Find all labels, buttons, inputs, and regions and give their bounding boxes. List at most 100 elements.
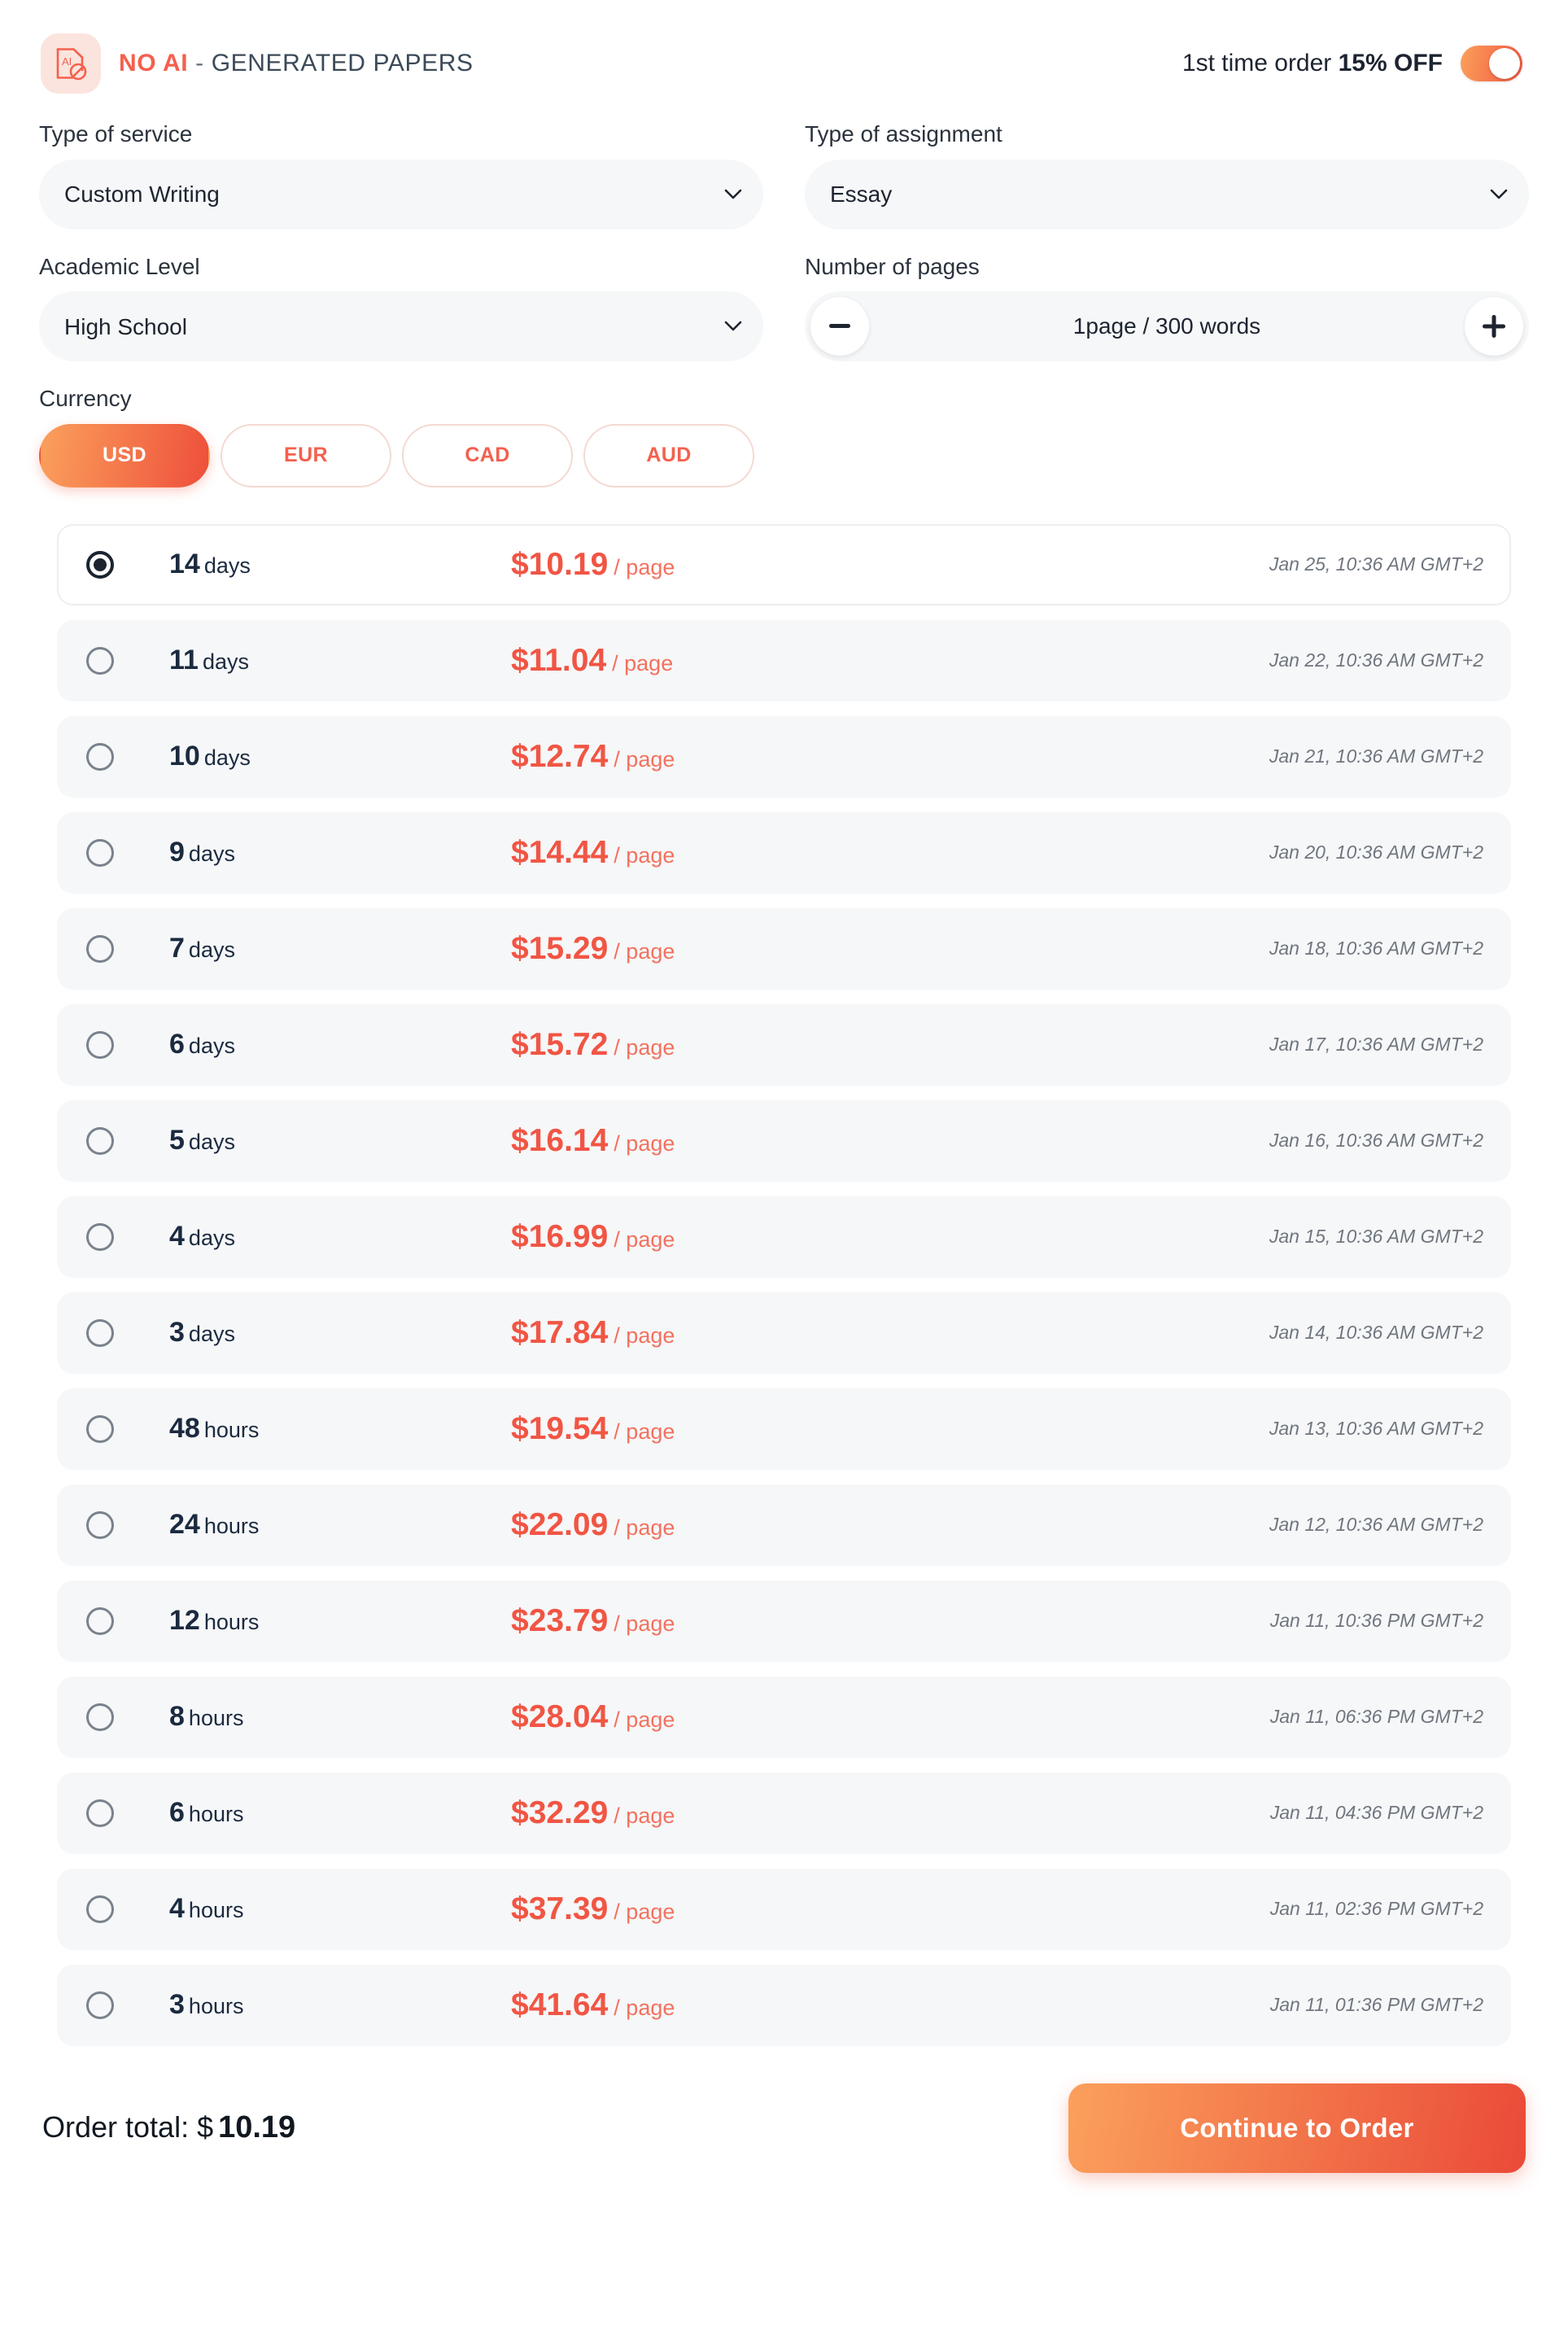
deadline-row[interactable]: 6 hours $32.29/ page Jan 11, 04:36 PM GMT+2	[57, 1772, 1511, 1854]
deadline-price: $12.74/ page	[511, 739, 1269, 775]
promo-label: 1st time order 15% OFF	[1182, 50, 1443, 77]
deadline-price-amount: $37.39	[511, 1891, 609, 1926]
service-select[interactable]: Custom WritingEditingProofreadingRewriti…	[39, 159, 763, 230]
label-type-of-service: Type of service	[39, 121, 193, 146]
continue-to-order-button[interactable]: Continue to Order	[1068, 2083, 1526, 2173]
academic-level-select-wrap: High SchoolCollegeBachelorMasterPhD	[39, 291, 763, 362]
deadline-price-amount: $16.99	[511, 1218, 609, 1254]
deadline-radio[interactable]	[86, 1222, 114, 1251]
deadline-price-amount: $15.72	[511, 1026, 609, 1062]
deadline-price-amount: $23.79	[511, 1602, 609, 1638]
deadline-delivery-time: Jan 11, 04:36 PM GMT+2	[1269, 1802, 1483, 1824]
deadline-radio[interactable]	[86, 1318, 114, 1347]
deadline-price-amount: $12.74	[511, 738, 609, 774]
deadline-price: $19.54/ page	[511, 1411, 1269, 1447]
deadline-duration: 10 days	[169, 741, 511, 772]
currency-option-cad[interactable]: CAD	[402, 423, 573, 487]
currency-option-usd[interactable]: USD	[39, 423, 210, 487]
deadline-radio[interactable]	[86, 1414, 114, 1443]
deadline-duration: 3 days	[169, 1317, 511, 1349]
deadline-price: $22.09/ page	[511, 1507, 1269, 1543]
deadline-delivery-time: Jan 11, 06:36 PM GMT+2	[1269, 1706, 1483, 1728]
deadline-row[interactable]: 14 days $10.19/ page Jan 25, 10:36 AM GMT+2	[57, 523, 1511, 605]
deadline-number: 24	[169, 1509, 200, 1541]
field-currency: Currency USD EUR CAD AUD	[39, 385, 1529, 487]
currency-options: USD EUR CAD AUD	[39, 423, 1529, 487]
minus-icon[interactable]	[810, 297, 869, 356]
deadline-price-unit: / page	[614, 1515, 675, 1540]
deadline-number: 10	[169, 741, 200, 772]
deadline-price-amount: $19.54	[511, 1410, 609, 1446]
deadline-row[interactable]: 4 hours $37.39/ page Jan 11, 02:36 PM GMT+2	[57, 1868, 1511, 1950]
deadline-radio[interactable]	[86, 838, 114, 867]
assignment-select-wrap: EssayResearch PaperTerm PaperCase StudyC…	[805, 159, 1529, 230]
deadline-radio[interactable]	[86, 1510, 114, 1539]
promo-label-lead: 1st time order	[1181, 50, 1339, 77]
deadline-number: 7	[169, 933, 185, 964]
service-select-wrap: Custom WritingEditingProofreadingRewriti…	[39, 159, 763, 230]
deadline-delivery-time: Jan 16, 10:36 AM GMT+2	[1269, 1130, 1483, 1152]
deadline-row[interactable]: 7 days $15.29/ page Jan 18, 10:36 AM GMT+2	[57, 907, 1511, 990]
deadline-price-amount: $16.14	[511, 1122, 609, 1158]
brand-title: NO AI - GENERATED PAPERS	[119, 50, 474, 77]
deadline-delivery-time: Jan 12, 10:36 AM GMT+2	[1269, 1514, 1483, 1536]
deadline-unit: hours	[188, 1802, 244, 1827]
deadline-row[interactable]: 24 hours $22.09/ page Jan 12, 10:36 AM GMT+…	[57, 1484, 1511, 1566]
plus-icon[interactable]	[1465, 297, 1523, 356]
deadline-radio[interactable]	[86, 1991, 114, 2019]
deadline-price-unit: / page	[614, 746, 675, 772]
deadline-number: 3	[169, 1317, 185, 1349]
deadline-price-unit: / page	[614, 938, 675, 964]
currency-option-eur[interactable]: EUR	[221, 423, 391, 487]
deadline-row[interactable]: 4 days $16.99/ page Jan 15, 10:36 AM GMT+2	[57, 1196, 1511, 1278]
deadline-row[interactable]: 11 days $11.04/ page Jan 22, 10:36 AM GMT+2	[57, 619, 1511, 702]
deadline-delivery-time: Jan 11, 02:36 PM GMT+2	[1269, 1898, 1483, 1920]
deadline-radio[interactable]	[86, 934, 114, 963]
deadline-radio[interactable]	[86, 1607, 114, 1635]
deadline-price-unit: / page	[614, 1803, 675, 1828]
deadline-unit: hours	[188, 1994, 244, 2019]
currency-option-aud[interactable]: AUD	[583, 423, 754, 487]
deadline-radio[interactable]	[86, 1703, 114, 1731]
deadline-price: $28.04/ page	[511, 1699, 1270, 1735]
deadline-number: 3	[169, 1989, 185, 2021]
deadline-radio[interactable]	[86, 1126, 114, 1155]
deadline-radio[interactable]	[86, 742, 114, 771]
deadline-row[interactable]: 10 days $12.74/ page Jan 21, 10:36 AM GMT+2	[57, 715, 1511, 798]
deadline-radio[interactable]	[86, 1030, 114, 1059]
deadline-price-amount: $28.04	[511, 1698, 609, 1734]
deadline-row[interactable]: 3 hours $41.64/ page Jan 11, 01:36 PM GMT+2	[57, 1964, 1511, 2046]
deadline-row[interactable]: 6 days $15.72/ page Jan 17, 10:36 AM GMT+2	[57, 1003, 1511, 1086]
deadline-unit: days	[203, 745, 251, 771]
deadline-row[interactable]: 12 hours $23.79/ page Jan 11, 10:36 PM GMT+…	[57, 1580, 1511, 1662]
deadline-radio[interactable]	[86, 1799, 114, 1827]
deadline-price: $16.99/ page	[511, 1219, 1269, 1255]
deadline-number: 48	[169, 1413, 200, 1445]
deadline-price: $14.44/ page	[511, 835, 1269, 871]
deadline-price-unit: / page	[614, 554, 675, 579]
deadline-duration: 4 days	[169, 1221, 511, 1253]
deadline-radio[interactable]	[86, 646, 114, 675]
deadline-list: 14 days $10.19/ page Jan 25, 10:36 AM GMT+2…	[39, 523, 1529, 2046]
deadline-row[interactable]: 8 hours $28.04/ page Jan 11, 06:36 PM GMT+2	[57, 1676, 1511, 1758]
deadline-delivery-time: Jan 17, 10:36 AM GMT+2	[1269, 1034, 1483, 1056]
deadline-row[interactable]: 9 days $14.44/ page Jan 20, 10:36 AM GMT+2	[57, 811, 1511, 894]
svg-text:AI: AI	[62, 55, 72, 68]
deadline-price-unit: / page	[614, 1034, 675, 1060]
deadline-price-amount: $17.84	[511, 1314, 609, 1350]
field-type-of-assignment: Type of assignment EssayResearch PaperTe…	[805, 120, 1529, 230]
deadline-row[interactable]: 3 days $17.84/ page Jan 14, 10:36 AM GMT+2	[57, 1292, 1511, 1374]
deadline-radio[interactable]	[86, 550, 114, 579]
deadline-price-unit: / page	[614, 1419, 675, 1444]
deadline-row[interactable]: 5 days $16.14/ page Jan 16, 10:36 AM GMT+2	[57, 1099, 1511, 1182]
deadline-price-unit: / page	[614, 1995, 675, 2020]
assignment-select[interactable]: EssayResearch PaperTerm PaperCase StudyC…	[805, 159, 1529, 230]
promo-toggle[interactable]	[1461, 46, 1522, 81]
deadline-radio[interactable]	[86, 1895, 114, 1923]
deadline-price-unit: / page	[614, 1226, 675, 1252]
deadline-row[interactable]: 48 hours $19.54/ page Jan 13, 10:36 AM GMT+…	[57, 1388, 1511, 1470]
deadline-price-unit: / page	[612, 650, 674, 675]
deadline-duration: 7 days	[169, 933, 511, 964]
deadline-price-amount: $41.64	[511, 1987, 609, 2022]
academic-level-select[interactable]: High SchoolCollegeBachelorMasterPhD	[39, 291, 763, 362]
